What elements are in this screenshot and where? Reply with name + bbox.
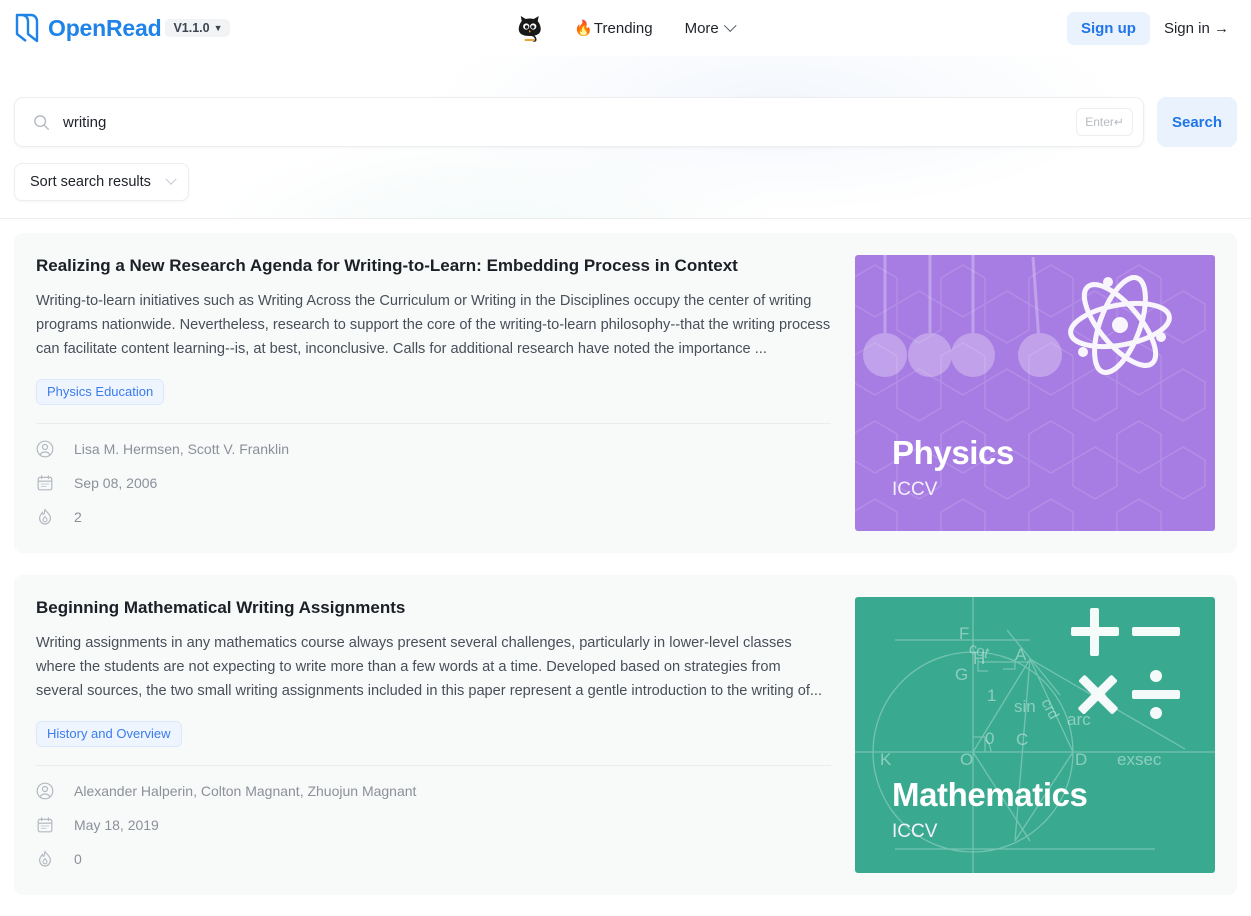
svg-text:arc: arc — [1067, 710, 1091, 729]
svg-text:F: F — [959, 624, 969, 643]
svg-text:0: 0 — [985, 729, 994, 748]
chevron-down-icon — [165, 173, 177, 185]
svg-text:G: G — [955, 665, 968, 684]
calendar-icon — [37, 475, 53, 491]
authors-text: Lisa M. Hermsen, Scott V. Franklin — [74, 441, 290, 458]
result-card[interactable]: Beginning Mathematical Writing Assignmen… — [14, 575, 1237, 895]
hot-count-text: 0 — [74, 851, 82, 868]
authors-row: Lisa M. Hermsen, Scott V. Franklin — [36, 440, 831, 458]
result-content: Beginning Mathematical Writing Assignmen… — [36, 597, 831, 873]
date-text: May 18, 2019 — [74, 817, 159, 834]
brand-logo[interactable]: OpenRead — [14, 12, 162, 44]
math-operators — [1071, 608, 1180, 719]
flame-icon — [38, 508, 52, 525]
result-tag[interactable]: Physics Education — [36, 379, 165, 406]
nav-trending-label: Trending — [593, 19, 653, 37]
nav-more-label: More — [684, 19, 719, 37]
nav-trending[interactable]: 🔥 Trending — [574, 21, 652, 36]
sort-results-select[interactable]: Sort search results — [14, 163, 189, 201]
search-button[interactable]: Search — [1157, 97, 1237, 147]
user-circle-icon — [36, 782, 54, 800]
atom-icon — [1068, 275, 1172, 375]
result-content: Realizing a New Research Agenda for Writ… — [36, 255, 831, 531]
search-box[interactable]: Enter↵ — [14, 97, 1144, 147]
search-icon — [34, 114, 50, 130]
svg-text:exsec: exsec — [1117, 750, 1162, 769]
card-divider — [36, 423, 831, 425]
authors-text: Alexander Halperin, Colton Magnant, Zhuo… — [74, 783, 417, 800]
flame-icon — [38, 850, 52, 867]
result-title[interactable]: Realizing a New Research Agenda for Writ… — [36, 255, 831, 277]
svg-text:O: O — [960, 750, 973, 769]
openread-logo-icon — [15, 13, 39, 43]
black-cat-icon[interactable] — [516, 14, 542, 42]
card-divider — [36, 765, 831, 767]
diagram-labels: F cot A H G 1 sin crd arc 0 C O D K exse… — [880, 624, 1162, 769]
svg-text:A: A — [1015, 645, 1027, 664]
result-tag[interactable]: History and Overview — [36, 721, 182, 748]
thumbnail-subject: Physics — [892, 433, 1014, 471]
search-results-list: Realizing a New Research Agenda for Writ… — [0, 219, 1251, 895]
chevron-down-icon — [723, 18, 737, 32]
site-header: OpenRead V1.1.0 ▼ 🔥 Trending More Sign u… — [0, 0, 1251, 56]
nav-more[interactable]: More — [684, 18, 737, 37]
svg-text:sin: sin — [1014, 697, 1036, 716]
version-label: V1.1.0 — [173, 20, 210, 35]
thumbnail-venue: ICCV — [892, 479, 938, 500]
result-thumbnail-physics[interactable]: Physics ICCV — [855, 255, 1215, 531]
svg-text:C: C — [1016, 730, 1028, 749]
thumbnail-caption: Physics ICCV — [892, 433, 1014, 500]
calendar-icon — [37, 817, 53, 833]
svg-text:H: H — [973, 649, 985, 668]
result-card[interactable]: Realizing a New Research Agenda for Writ… — [14, 233, 1237, 553]
hot-count-row: 0 — [36, 850, 831, 868]
result-tags: Physics Education — [36, 379, 831, 406]
authors-row: Alexander Halperin, Colton Magnant, Zhuo… — [36, 782, 831, 800]
svg-text:D: D — [1075, 750, 1087, 769]
search-input[interactable] — [63, 113, 1064, 131]
date-row: Sep 08, 2006 — [36, 474, 831, 492]
result-thumbnail-mathematics[interactable]: F cot A H G 1 sin crd arc 0 C O D K exse… — [855, 597, 1215, 873]
thumbnail-venue: ICCV — [892, 821, 938, 842]
result-metadata: Alexander Halperin, Colton Magnant, Zhuo… — [36, 782, 831, 868]
svg-text:K: K — [880, 750, 892, 769]
result-metadata: Lisa M. Hermsen, Scott V. Franklin Sep 0… — [36, 440, 831, 526]
thumbnail-subject: Mathematics — [892, 775, 1088, 813]
sort-results-label: Sort search results — [30, 174, 151, 190]
thumbnail-caption: Mathematics ICCV — [892, 775, 1088, 842]
result-abstract: Writing assignments in any mathematics c… — [36, 635, 823, 700]
hot-count-text: 2 — [74, 509, 82, 526]
date-row: May 18, 2019 — [36, 816, 831, 834]
result-tags: History and Overview — [36, 721, 831, 748]
search-row: Enter↵ Search — [0, 97, 1251, 147]
svg-text:1: 1 — [987, 686, 996, 705]
brand-name: OpenRead — [48, 14, 162, 41]
result-title[interactable]: Beginning Mathematical Writing Assignmen… — [36, 597, 831, 619]
sort-row: Sort search results — [0, 147, 1251, 201]
chevron-down-icon: ▼ — [213, 22, 223, 33]
header-actions: Sign up Sign in → — [1066, 11, 1233, 45]
search-hero: Enter↵ Search Sort search results — [0, 56, 1251, 219]
flame-icon: 🔥 — [574, 19, 593, 37]
date-text: Sep 08, 2006 — [74, 475, 158, 492]
result-abstract: Writing-to-learn initiatives such as Wri… — [36, 293, 831, 358]
version-badge[interactable]: V1.1.0 ▼ — [165, 18, 230, 38]
enter-key-hint: Enter↵ — [1076, 108, 1133, 136]
sign-in-button[interactable]: Sign in → — [1160, 12, 1233, 45]
sign-up-button[interactable]: Sign up — [1066, 11, 1150, 45]
user-circle-icon — [36, 440, 54, 458]
header-nav: 🔥 Trending More — [516, 14, 737, 42]
hot-count-row: 2 — [36, 508, 831, 526]
